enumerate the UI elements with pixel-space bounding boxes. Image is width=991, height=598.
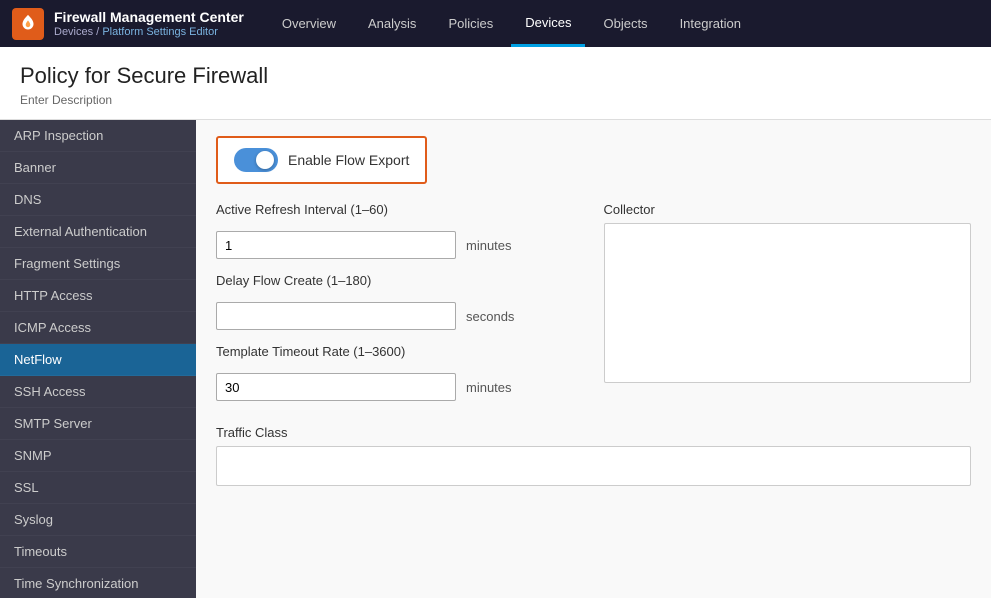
delay-flow-row: Delay Flow Create (1–180) (216, 273, 584, 288)
content-area: Enable Flow Export Active Refresh Interv… (196, 120, 991, 598)
app-breadcrumb: Devices / Platform Settings Editor (54, 26, 244, 38)
app-logo: Firewall Management Center Devices / Pla… (12, 8, 244, 40)
template-timeout-row: Template Timeout Rate (1–3600) (216, 344, 584, 359)
nav-item-devices[interactable]: Devices (511, 0, 585, 47)
active-refresh-unit: minutes (466, 238, 512, 253)
traffic-section: Traffic Class (216, 425, 971, 486)
template-timeout-unit: minutes (466, 380, 512, 395)
delay-flow-unit: seconds (466, 309, 514, 324)
sidebar-item-arp-inspection[interactable]: ARP Inspection (0, 120, 196, 152)
traffic-class-label: Traffic Class (216, 425, 971, 440)
sidebar-item-snmp[interactable]: SNMP (0, 440, 196, 472)
flow-export-toggle[interactable] (234, 148, 278, 172)
nav-item-analysis[interactable]: Analysis (354, 0, 430, 47)
page-description[interactable]: Enter Description (20, 93, 971, 107)
app-title-group: Firewall Management Center Devices / Pla… (54, 9, 244, 38)
page-header: Policy for Secure Firewall Enter Descrip… (0, 47, 991, 120)
template-timeout-input-row: minutes (216, 373, 584, 401)
template-timeout-input[interactable] (216, 373, 456, 401)
active-refresh-label: Active Refresh Interval (1–60) (216, 202, 416, 217)
right-column: Collector (604, 202, 972, 415)
nav-item-overview[interactable]: Overview (268, 0, 350, 47)
flow-export-label: Enable Flow Export (288, 152, 409, 168)
sidebar-item-http-access[interactable]: HTTP Access (0, 280, 196, 312)
sidebar-item-fragment-settings[interactable]: Fragment Settings (0, 248, 196, 280)
traffic-class-box[interactable] (216, 446, 971, 486)
nav-bar: Overview Analysis Policies Devices Objec… (268, 0, 755, 47)
active-refresh-input[interactable] (216, 231, 456, 259)
sidebar-item-timeouts[interactable]: Timeouts (0, 536, 196, 568)
sidebar-item-netflow[interactable]: NetFlow (0, 344, 196, 376)
delay-flow-input[interactable] (216, 302, 456, 330)
page-title: Policy for Secure Firewall (20, 63, 971, 89)
delay-flow-input-row: seconds (216, 302, 584, 330)
toggle-thumb (256, 151, 274, 169)
active-refresh-input-row: minutes (216, 231, 584, 259)
sidebar-item-banner[interactable]: Banner (0, 152, 196, 184)
delay-flow-label: Delay Flow Create (1–180) (216, 273, 416, 288)
sidebar-item-smtp-server[interactable]: SMTP Server (0, 408, 196, 440)
topbar: Firewall Management Center Devices / Pla… (0, 0, 991, 47)
active-refresh-row: Active Refresh Interval (1–60) (216, 202, 584, 217)
sidebar-item-external-auth[interactable]: External Authentication (0, 216, 196, 248)
sidebar-item-icmp-access[interactable]: ICMP Access (0, 312, 196, 344)
logo-icon (12, 8, 44, 40)
left-column: Active Refresh Interval (1–60) minutes D… (216, 202, 584, 415)
toggle-track (234, 148, 278, 172)
sidebar-item-ssl[interactable]: SSL (0, 472, 196, 504)
sidebar-item-dns[interactable]: DNS (0, 184, 196, 216)
app-title: Firewall Management Center (54, 9, 244, 26)
sidebar-item-ssh-access[interactable]: SSH Access (0, 376, 196, 408)
collector-box[interactable] (604, 223, 972, 383)
two-col-layout: Active Refresh Interval (1–60) minutes D… (216, 202, 971, 415)
nav-item-policies[interactable]: Policies (434, 0, 507, 47)
nav-item-objects[interactable]: Objects (589, 0, 661, 47)
sidebar: ARP Inspection Banner DNS External Authe… (0, 120, 196, 598)
sidebar-item-syslog[interactable]: Syslog (0, 504, 196, 536)
collector-label: Collector (604, 202, 972, 217)
enable-flow-export-section: Enable Flow Export (216, 136, 427, 184)
main-layout: ARP Inspection Banner DNS External Authe… (0, 120, 991, 598)
sidebar-item-time-sync[interactable]: Time Synchronization (0, 568, 196, 598)
nav-item-integration[interactable]: Integration (666, 0, 755, 47)
platform-settings-link[interactable]: Platform Settings Editor (102, 26, 218, 38)
template-timeout-label: Template Timeout Rate (1–3600) (216, 344, 416, 359)
